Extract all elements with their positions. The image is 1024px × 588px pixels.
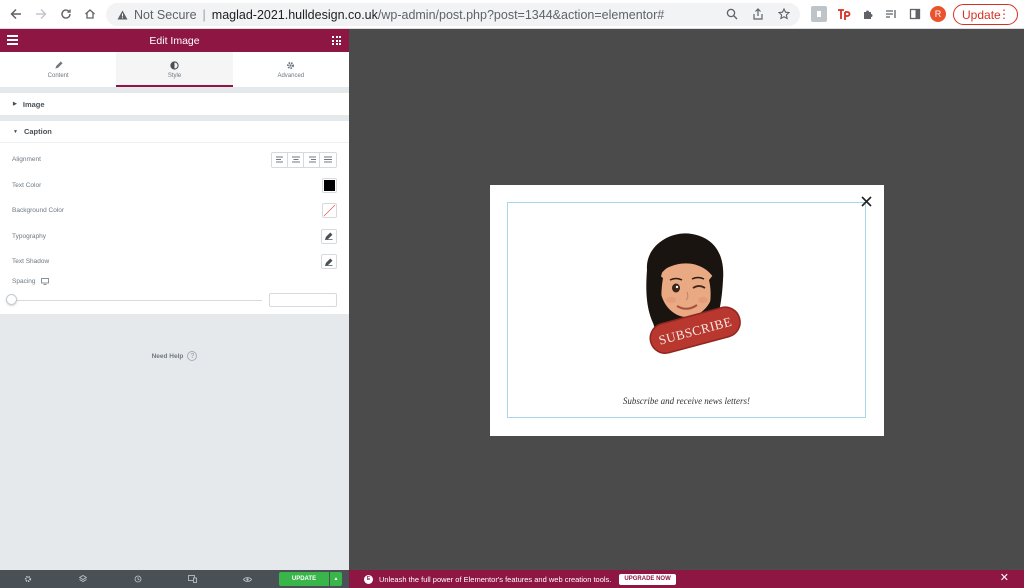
spacing-control: Spacing [0,275,349,289]
browser-toolbar: Not Secure | maglad-2021.hulldesign.co.u… [0,0,1024,29]
browser-update-button[interactable]: Update ⋮ [953,4,1018,25]
alignment-choices [271,151,337,168]
text-color-picker[interactable] [322,177,337,193]
update-button[interactable]: UPDATE [279,572,329,586]
omnibox-actions [724,6,792,22]
text-color-label: Text Color [12,181,42,189]
settings-icon[interactable] [0,570,55,588]
elementor-logo-icon: E [364,574,373,584]
section-caption-label: Caption [23,127,52,136]
not-secure-label: Not Secure [134,7,197,22]
caret-right-icon: ▶ [13,101,17,107]
address-bar[interactable]: Not Secure | maglad-2021.hulldesign.co.u… [106,3,800,26]
section-image-label: Image [22,99,45,109]
url-domain: maglad-2021.hulldesign.co.uk [211,7,378,22]
need-help-link[interactable]: Need Help ? [0,351,349,361]
text-shadow-label: Text Shadow [12,258,50,266]
gear-icon [287,61,295,69]
need-help-label: Need Help [151,352,184,360]
typography-edit-button[interactable] [321,228,337,244]
hamburger-menu-icon[interactable] [7,35,18,45]
alignment-control: Alignment [0,147,349,173]
typography-control: Typography [0,224,349,250]
omnibox-separator: | [202,7,206,22]
typography-label: Typography [12,232,46,240]
update-options-caret-icon[interactable]: ▲ [330,572,342,586]
background-color-picker[interactable] [322,203,337,219]
align-right-icon[interactable] [304,152,320,167]
profile-avatar[interactable]: R [930,6,946,22]
browser-update-label: Update [962,7,1001,22]
align-center-icon[interactable] [288,152,304,167]
alignment-label: Alignment [12,156,41,164]
reading-list-icon[interactable] [883,6,899,22]
tab-style[interactable]: Style [116,52,233,87]
widgets-grid-icon[interactable] [332,36,341,45]
background-color-control: Background Color [0,198,349,224]
spacing-number-input[interactable] [269,292,337,307]
bookmark-star-icon[interactable] [776,6,792,22]
close-icon[interactable] [859,194,873,208]
more-vert-icon: ⋮ [998,7,1010,21]
preview-eye-icon[interactable] [220,570,275,588]
panel-tabs: Content Style Advanced [0,52,349,87]
text-color-control: Text Color [0,173,349,199]
share-icon[interactable] [750,6,766,22]
tab-content[interactable]: Content [0,52,116,87]
section-caption-toggle[interactable]: ▼ Caption [0,121,349,143]
tab-style-label: Style [167,72,182,79]
desktop-icon[interactable] [40,278,49,285]
text-color-swatch [324,179,335,191]
upgrade-promo-bar: E Unleash the full power of Elementor's … [349,570,1024,588]
pencil-icon [325,232,333,241]
history-icon[interactable] [110,570,165,588]
extension-icon[interactable] [811,6,827,22]
pencil-icon [325,258,333,266]
caption-section: ▼ Caption Alignment Text Color Backgroun… [0,121,349,314]
reload-icon[interactable] [56,4,76,24]
warning-icon [116,9,128,21]
side-panel-icon[interactable] [907,6,923,22]
puzzle-icon[interactable] [860,6,876,22]
caret-down-icon: ▼ [13,128,18,135]
zoom-icon[interactable] [724,6,740,22]
align-left-icon[interactable] [272,152,288,167]
tp-extension-icon[interactable] [836,6,852,22]
memoji-subscribe-illustration: SUBSCRIBE [646,233,741,354]
tab-advanced[interactable]: Advanced [233,52,349,87]
panel-title: Edit Image [149,34,200,47]
tab-content-label: Content [47,72,69,79]
no-color-icon [323,204,336,217]
home-icon[interactable] [80,4,100,24]
text-shadow-edit-button[interactable] [321,254,337,270]
popup-preview: SUBSCRIBE Subscribe and receive news let… [490,185,884,436]
url-path: /wp-admin/post.php?post=1344&action=elem… [377,7,665,22]
text-shadow-control: Text Shadow [0,249,349,275]
help-icon: ? [187,351,198,361]
layers-icon[interactable] [55,570,110,588]
upgrade-now-button[interactable]: UPGRADE NOW [619,573,676,585]
spacing-slider-track[interactable] [12,299,262,301]
spacing-slider-handle[interactable] [6,293,17,305]
forward-icon[interactable] [31,4,51,24]
back-icon[interactable] [6,4,26,24]
spacing-slider-row [0,289,349,314]
section-image-toggle[interactable]: ▶ Image [0,93,349,115]
panel-footer: UPDATE ▲ [0,570,349,588]
elementor-panel: Edit Image Content Style Advanced ▶ Imag… [0,29,349,570]
image-caption: Subscribe and receive news letters! [622,396,751,406]
panel-header: Edit Image [0,29,349,52]
spacing-label: Spacing [12,278,36,285]
pencil-icon [55,60,63,69]
promo-text: Unleash the full power of Elementor's fe… [379,574,612,584]
responsive-mode-icon[interactable] [165,570,220,588]
close-icon[interactable]: ✕ [1000,573,1009,584]
align-justify-icon[interactable] [320,153,336,167]
half-circle-icon [170,60,179,70]
background-color-label: Background Color [12,207,65,215]
tab-advanced-label: Advanced [277,72,305,79]
